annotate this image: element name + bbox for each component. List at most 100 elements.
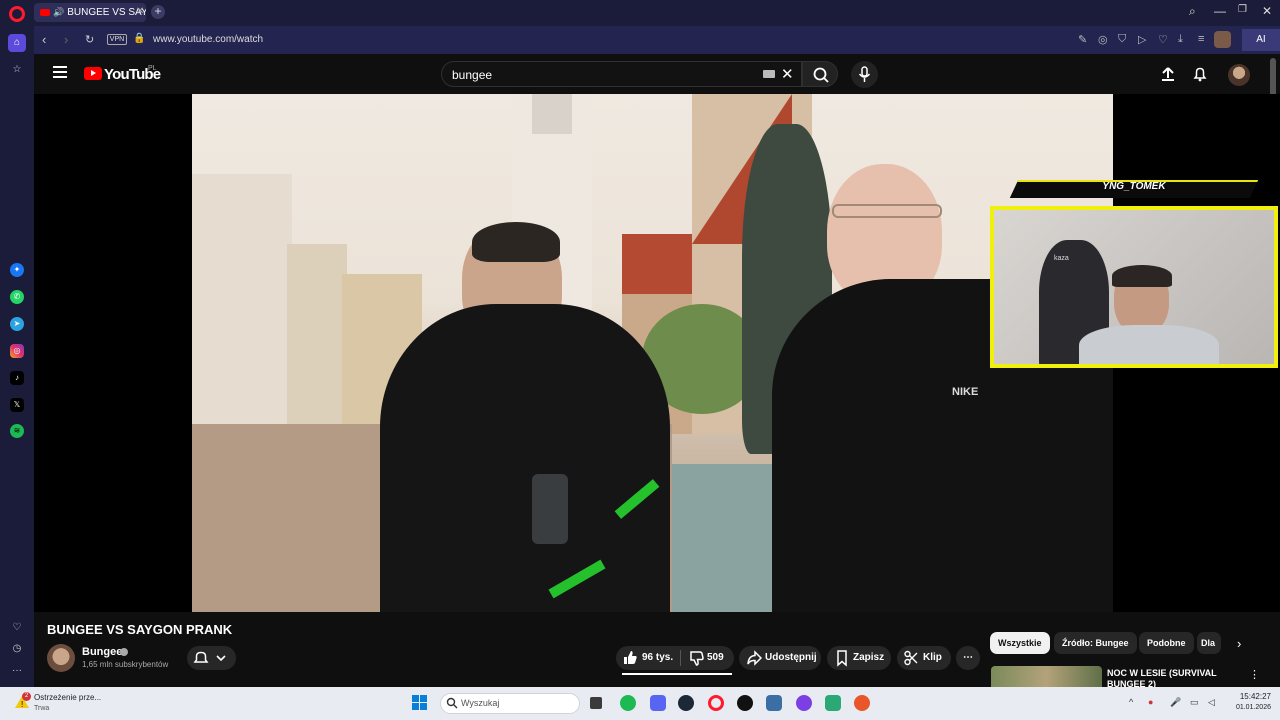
menu-icon[interactable]: ≡ xyxy=(1198,33,1204,45)
keyboard-icon[interactable] xyxy=(763,70,775,78)
share-button[interactable]: Udostępnij xyxy=(739,646,821,670)
ai-button[interactable]: AI xyxy=(1242,29,1280,51)
back-icon[interactable]: ‹ xyxy=(42,32,46,47)
tiktok-icon[interactable]: ♪ xyxy=(10,371,24,385)
green-app-taskbar-icon[interactable] xyxy=(825,695,841,711)
search-box[interactable] xyxy=(441,61,802,87)
save-button[interactable]: Zapisz xyxy=(827,646,891,670)
like-count: 96 tys. xyxy=(642,652,674,663)
youtube-logo-icon[interactable] xyxy=(84,67,102,80)
recommendation-menu-icon[interactable]: ⋮ xyxy=(1249,668,1260,681)
account-avatar[interactable] xyxy=(1228,64,1250,86)
chip-related[interactable]: Podobne xyxy=(1139,632,1194,654)
clear-search-icon[interactable]: ✕ xyxy=(781,65,794,83)
discord-taskbar-icon[interactable] xyxy=(650,695,666,711)
tray-chevron-icon[interactable]: ^ xyxy=(1129,697,1133,707)
upload-icon[interactable] xyxy=(1160,66,1176,82)
taskbar-search-placeholder: Wyszukaj xyxy=(461,698,500,708)
chip-from-bungee[interactable]: Źródło: Bungee xyxy=(1054,632,1137,654)
streamer-name: YNG_TOMEK xyxy=(1102,181,1166,192)
tray-app-icon[interactable]: ● xyxy=(1148,697,1153,707)
notification-title[interactable]: Ostrzeżenie prze... xyxy=(34,693,101,702)
dislike-button[interactable]: 509 xyxy=(688,646,724,670)
spotify-taskbar-icon[interactable] xyxy=(620,695,636,711)
window-close-icon[interactable]: ✕ xyxy=(1262,4,1272,18)
opera-taskbar-icon[interactable] xyxy=(708,695,724,711)
subscription-bell-button[interactable] xyxy=(187,646,236,670)
opera-icon[interactable] xyxy=(9,6,25,22)
microphone-tray-icon[interactable]: 🎤 xyxy=(1170,697,1181,708)
youtube-favicon-icon xyxy=(40,9,50,16)
ai-label: AI xyxy=(1256,34,1266,45)
telegram-icon[interactable]: ➤ xyxy=(10,317,24,331)
notifications-icon[interactable] xyxy=(1192,66,1208,82)
download-icon[interactable]: ⤓ xyxy=(1178,33,1183,46)
messenger-icon[interactable]: ✦ xyxy=(10,263,24,277)
clip-button[interactable]: Klip xyxy=(897,646,951,670)
minimize-icon[interactable]: — xyxy=(1214,4,1226,18)
windows-taskbar xyxy=(0,687,1280,720)
steam-taskbar-icon[interactable] xyxy=(678,695,694,711)
browser-taskbar-icon[interactable] xyxy=(854,695,870,711)
heart-icon[interactable]: ♡ xyxy=(8,619,26,637)
purple-app-taskbar-icon[interactable] xyxy=(796,695,812,711)
channel-avatar[interactable] xyxy=(47,644,75,672)
man-left-hair xyxy=(472,222,560,262)
network-tray-icon[interactable]: ▭ xyxy=(1190,697,1199,708)
share-label: Udostępnij xyxy=(765,652,817,663)
heart-ext-icon[interactable]: ♡ xyxy=(1158,33,1168,46)
monitor-taskbar-icon[interactable] xyxy=(766,695,782,711)
search-icon xyxy=(813,67,829,83)
shield-icon[interactable]: ⛉ xyxy=(1118,33,1126,46)
tab-search-icon[interactable]: ⌕ xyxy=(1189,4,1196,19)
star-icon[interactable]: ☆ xyxy=(8,61,26,79)
url-field[interactable]: www.youtube.com/watch xyxy=(153,34,263,45)
home-icon[interactable]: ⌂ xyxy=(8,34,26,52)
glasses xyxy=(832,204,942,218)
windows-start-icon[interactable] xyxy=(412,695,428,711)
bookmark-icon xyxy=(837,650,847,667)
recommendation-thumbnail[interactable] xyxy=(991,666,1102,687)
history-icon[interactable]: ◷ xyxy=(8,640,26,658)
camera-icon[interactable]: ◎ xyxy=(1098,33,1108,46)
chair-brand: kaza xyxy=(1054,255,1069,262)
browser-tab[interactable]: 🔊BUNGEE VS SAYGON xyxy=(34,3,146,22)
edit-icon[interactable]: ✎ xyxy=(1078,33,1087,46)
whatsapp-icon[interactable]: ✆ xyxy=(10,290,24,304)
channel-name[interactable]: Bungee xyxy=(82,646,122,658)
clock-date[interactable]: 01.01.2026 xyxy=(1228,704,1271,711)
speaker-icon[interactable]: 🔊 xyxy=(53,7,64,17)
search-button[interactable] xyxy=(802,61,838,87)
profile-icon[interactable] xyxy=(1214,31,1231,48)
new-tab-button[interactable]: + xyxy=(151,5,165,19)
spotify-icon[interactable]: ≋ xyxy=(10,424,24,438)
play-icon[interactable]: ▷ xyxy=(1138,33,1146,46)
chip-all[interactable]: Wszystkie xyxy=(990,632,1050,654)
chevron-right-icon[interactable]: › xyxy=(1237,636,1241,651)
volume-tray-icon[interactable]: ◁ xyxy=(1208,697,1215,708)
forward-icon[interactable]: › xyxy=(64,32,68,47)
clock-time[interactable]: 15:42:27 xyxy=(1233,692,1271,701)
mic-icon xyxy=(858,66,871,82)
like-button[interactable]: 96 tys. xyxy=(622,646,673,670)
streamer-shirt xyxy=(1079,325,1219,364)
chip-for-you[interactable]: Dla xyxy=(1197,632,1221,654)
hamburger-menu-icon[interactable] xyxy=(53,66,67,81)
recommendation-title[interactable]: NOC W LESIE (SURVIVAL BUNGEE 2) xyxy=(1107,668,1237,687)
instagram-icon[interactable]: ◎ xyxy=(10,344,24,358)
maximize-icon[interactable]: ❐ xyxy=(1238,4,1247,15)
x-icon[interactable]: 𝕏 xyxy=(10,398,24,412)
vpn-badge[interactable]: VPN xyxy=(107,34,127,45)
video-frame[interactable]: NIKE xyxy=(192,94,1113,612)
tower-top xyxy=(532,94,572,134)
search-input[interactable] xyxy=(452,66,752,83)
tab-close-icon[interactable]: ✕ xyxy=(136,6,144,17)
reload-icon[interactable]: ↻ xyxy=(85,33,94,46)
notification-subtitle: Trwa xyxy=(34,705,50,712)
more-actions-icon[interactable]: ⋯ xyxy=(956,646,980,670)
app-taskbar-icon[interactable] xyxy=(737,695,753,711)
more-icon[interactable]: ··· xyxy=(8,662,26,680)
lock-icon[interactable]: 🔒 xyxy=(133,33,145,44)
voice-search-button[interactable] xyxy=(851,61,878,88)
task-view-icon[interactable] xyxy=(590,697,602,709)
